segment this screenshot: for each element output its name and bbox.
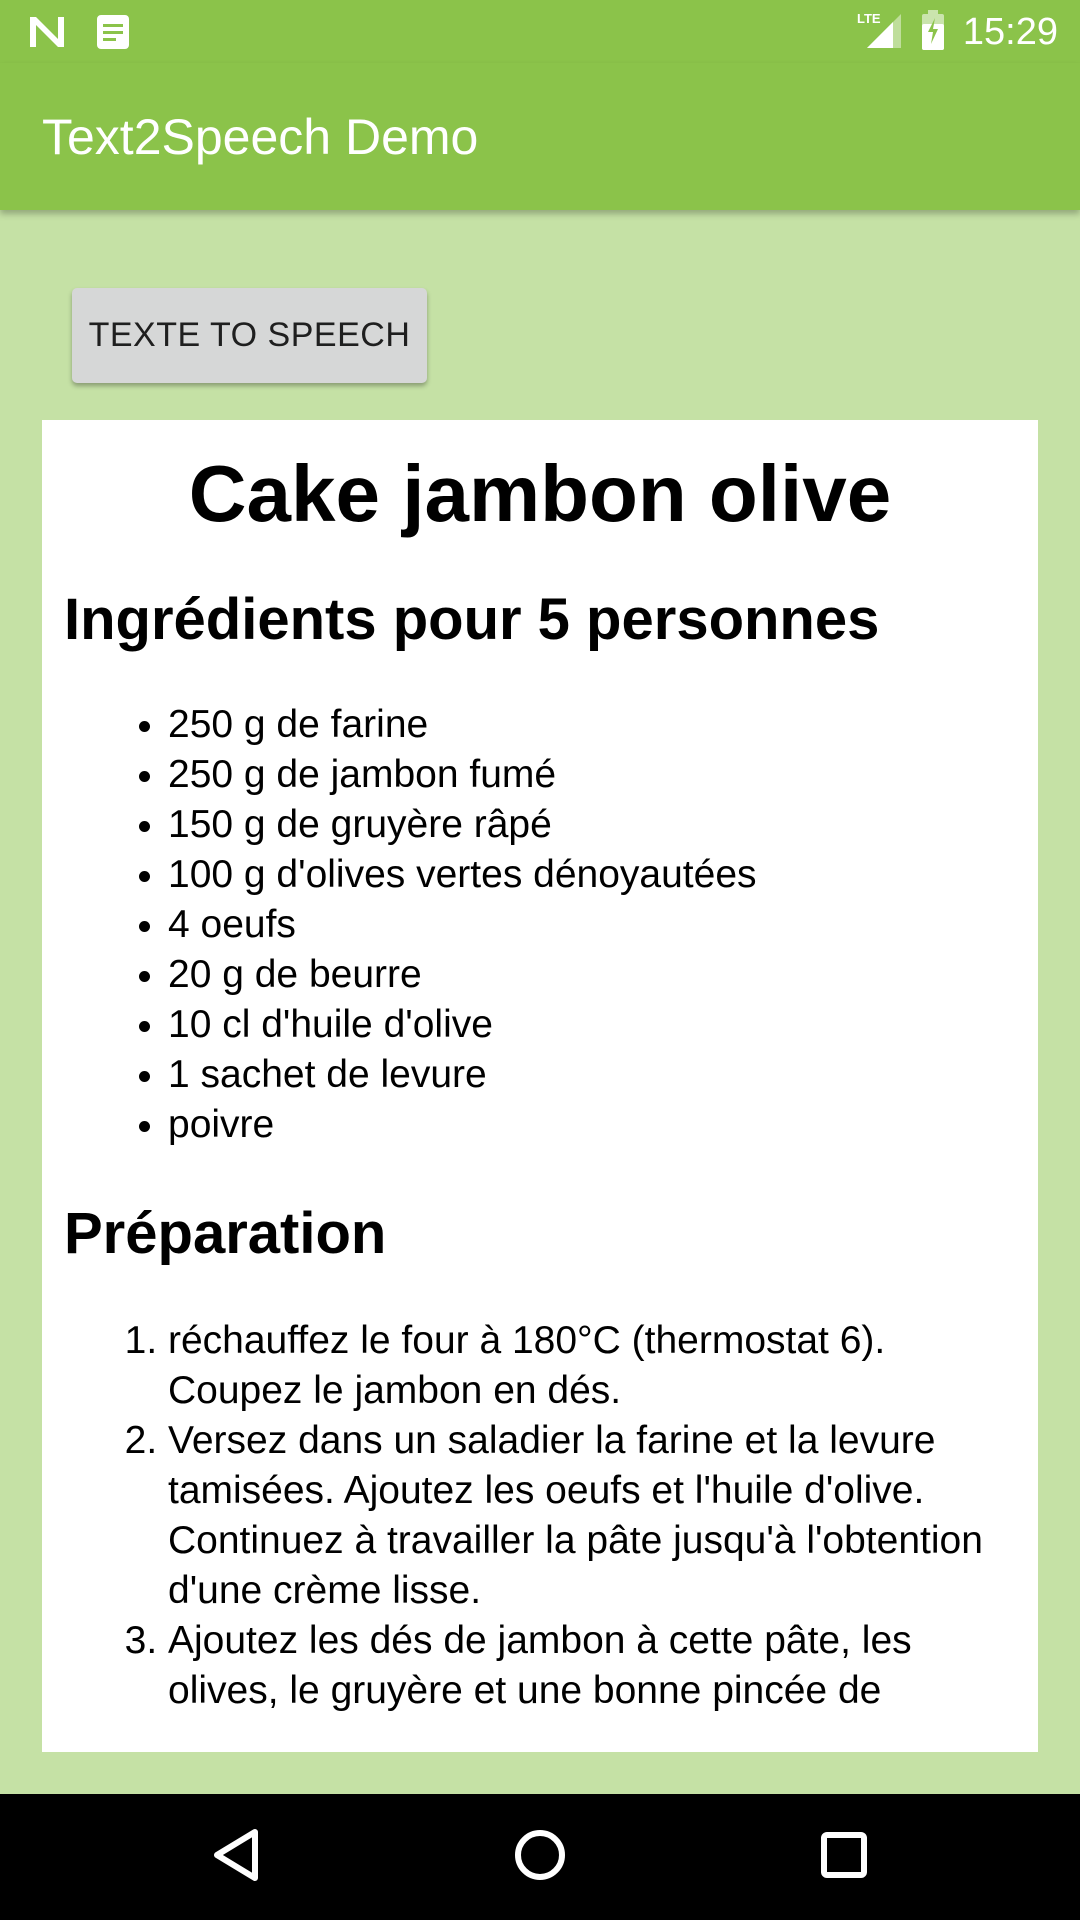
n-icon bbox=[28, 15, 66, 54]
status-left-icons bbox=[28, 14, 130, 55]
app-bar: Text2Speech Demo bbox=[0, 63, 1080, 210]
ingredient-item: 250 g de jambon fumé bbox=[168, 750, 1038, 800]
ingredient-item: 100 g d'olives vertes dénoyautées bbox=[168, 850, 1038, 900]
ingredient-item: 250 g de farine bbox=[168, 700, 1038, 750]
ingredients-list: 250 g de farine 250 g de jambon fumé 150… bbox=[42, 700, 1038, 1150]
preparation-step: Ajoutez les dés de jambon à cette pâte, … bbox=[168, 1616, 998, 1716]
text-to-speech-button[interactable]: TEXTE TO SPEECH bbox=[72, 288, 427, 383]
recents-button[interactable] bbox=[804, 1819, 884, 1895]
ingredients-heading: Ingrédients pour 5 personnes bbox=[64, 587, 880, 652]
recents-icon bbox=[820, 1831, 868, 1884]
preparation-step: réchauffez le four à 180°C (thermostat 6… bbox=[168, 1316, 998, 1416]
recipe-title: Cake jambon olive bbox=[188, 449, 892, 538]
home-icon bbox=[513, 1828, 567, 1887]
battery-icon bbox=[921, 9, 945, 55]
ingredient-item: 1 sachet de levure bbox=[168, 1050, 1038, 1100]
preparation-heading: Préparation bbox=[64, 1201, 387, 1266]
back-button[interactable] bbox=[196, 1819, 276, 1895]
ingredient-item: 4 oeufs bbox=[168, 900, 1038, 950]
app-title: Text2Speech Demo bbox=[42, 109, 479, 165]
status-time: 15:29 bbox=[962, 11, 1058, 53]
back-icon bbox=[211, 1828, 261, 1887]
ingredient-item: 20 g de beurre bbox=[168, 950, 1038, 1000]
notes-icon bbox=[96, 14, 130, 55]
preparation-steps-list: réchauffez le four à 180°C (thermostat 6… bbox=[42, 1316, 1038, 1716]
ingredient-item: 150 g de gruyère râpé bbox=[168, 800, 1038, 850]
lte-signal-icon: LTE bbox=[857, 10, 903, 55]
home-button[interactable] bbox=[500, 1819, 580, 1895]
recipe-webview[interactable]: Cake jambon olive Ingrédients pour 5 per… bbox=[42, 420, 1038, 1752]
navigation-bar bbox=[0, 1794, 1080, 1920]
preparation-step: Versez dans un saladier la farine et la … bbox=[168, 1416, 998, 1616]
status-bar: LTE 15:29 bbox=[0, 0, 1080, 63]
svg-text:LTE: LTE bbox=[857, 11, 881, 26]
ingredient-item: 10 cl d'huile d'olive bbox=[168, 1000, 1038, 1050]
status-right-icons: LTE 15:29 bbox=[857, 8, 1058, 56]
ingredient-item: poivre bbox=[168, 1100, 1038, 1150]
